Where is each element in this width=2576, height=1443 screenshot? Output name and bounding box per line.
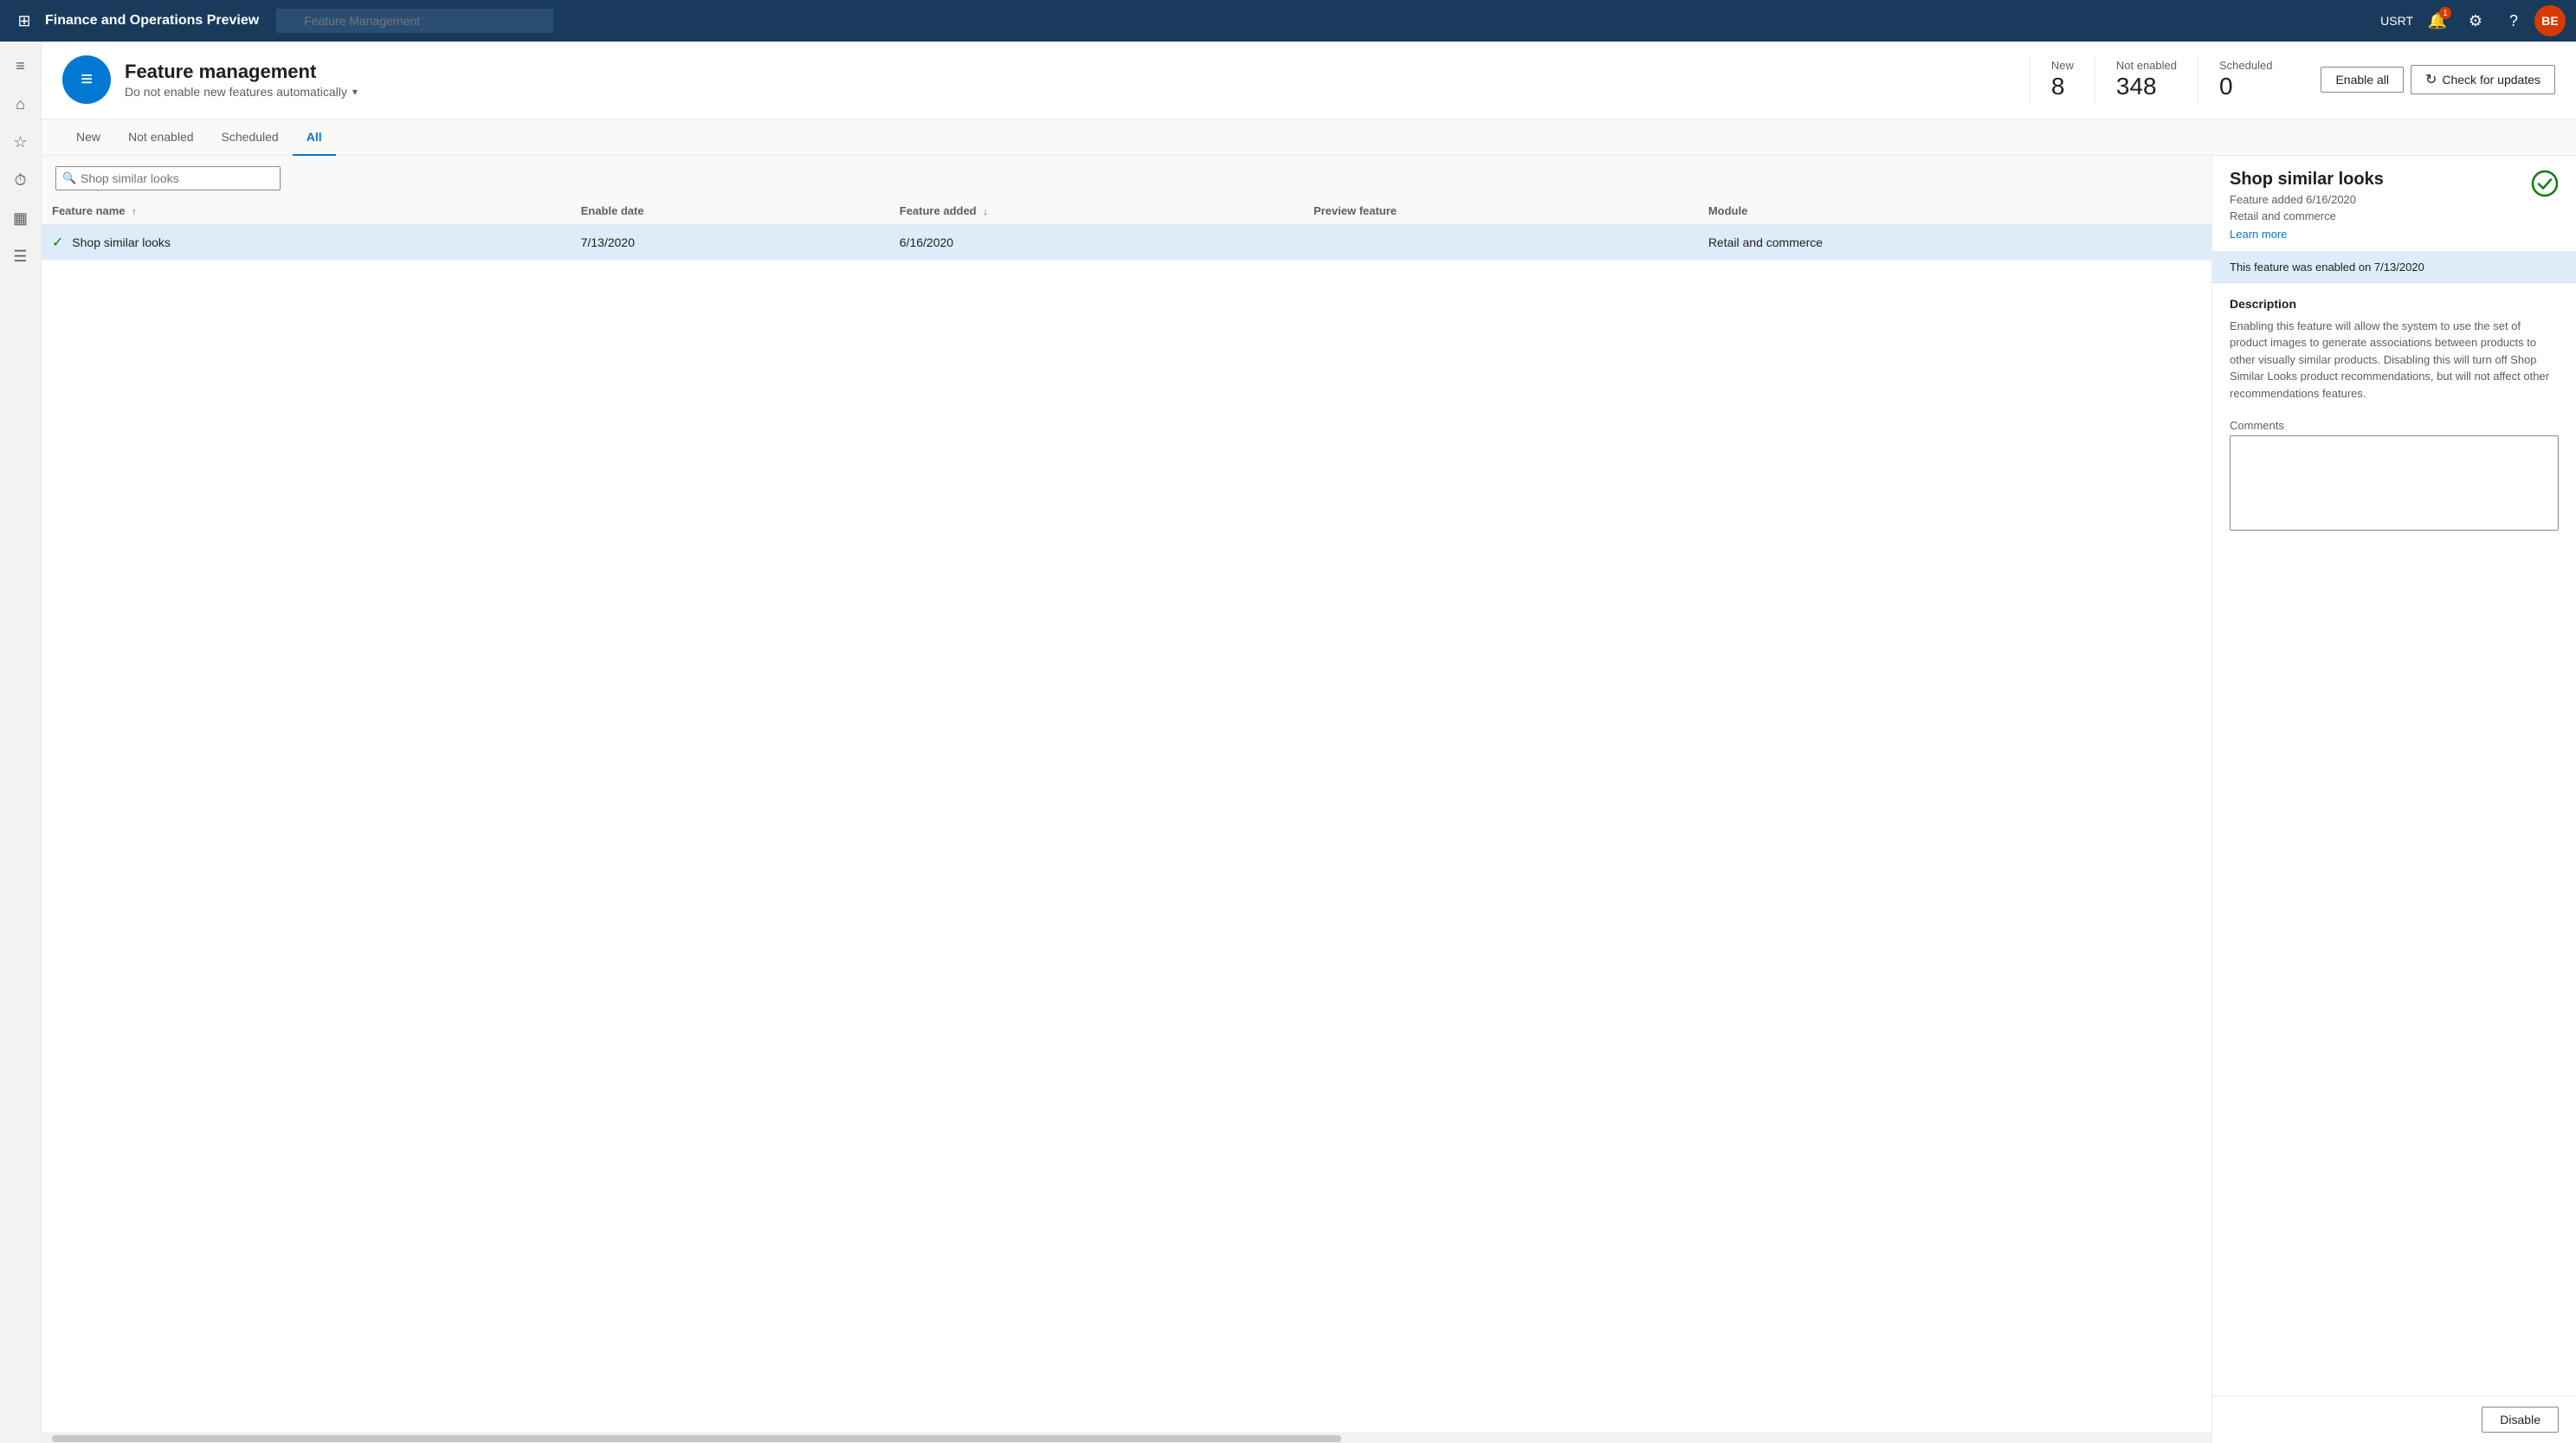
description-title: Description [2230,297,2559,311]
learn-more-link[interactable]: Learn more [2230,228,2287,241]
tabs-bar: New Not enabled Scheduled All [42,119,2576,156]
search-wrap: 🔍 [276,9,623,33]
horizontal-scrollbar[interactable] [42,1433,2211,1443]
stat-scheduled-label: Scheduled [2219,59,2272,72]
refresh-icon: ↻ [2425,71,2437,88]
features-table: Feature name ↑ Enable date Feature added… [42,197,2211,261]
stat-not-enabled-label: Not enabled [2116,59,2177,72]
col-feature-name-sort-icon: ↑ [132,207,137,217]
table-row[interactable]: ✓ Shop similar looks 7/13/2020 6/16/2020… [42,224,2211,260]
notification-badge: 1 [2439,7,2451,19]
col-enable-date-label: Enable date [581,204,644,217]
comments-label: Comments [2230,419,2559,432]
row-feature-name-text: Shop similar looks [72,235,171,249]
table-section: 🔍 Feature name ↑ [42,156,2576,1443]
tab-all[interactable]: All [293,119,336,156]
stat-not-enabled: Not enabled 348 [2095,55,2198,105]
subtitle-text: Do not enable new features automatically [125,85,347,99]
row-feature-name: ✓ Shop similar looks [42,224,571,260]
row-module: Retail and commerce [1698,224,2211,260]
row-feature-added: 6/16/2020 [889,224,1303,260]
main-layout: ≡ ⌂ ☆ ⏱ ▦ ☰ ≡ Feature management Do not … [0,42,2576,1443]
stat-scheduled: Scheduled 0 [2198,55,2293,105]
stat-scheduled-value: 0 [2219,72,2272,101]
search-bar-area: 🔍 [42,156,2211,197]
nav-recent[interactable]: ⏱ [3,163,38,197]
nav-workspaces[interactable]: ▦ [3,201,38,235]
check-updates-label: Check for updates [2442,73,2540,87]
page-icon: ≡ [62,55,111,104]
page-header: ≡ Feature management Do not enable new f… [42,42,2576,119]
col-feature-added[interactable]: Feature added ↓ [889,197,1303,225]
page-title: Feature management [125,61,2016,83]
stat-new: New 8 [2030,55,2095,105]
nav-home[interactable]: ⌂ [3,87,38,121]
check-updates-button[interactable]: ↻ Check for updates [2411,65,2555,94]
user-avatar[interactable]: BE [2534,5,2566,36]
table-search-icon: 🔍 [62,171,76,185]
global-search-input[interactable] [276,9,553,33]
content-area: ≡ Feature management Do not enable new f… [42,42,2576,1443]
notifications-button[interactable]: 🔔 1 [2420,3,2455,38]
col-preview-feature-label: Preview feature [1314,204,1397,217]
detail-body: Description Enabling this feature will a… [2212,283,2576,1395]
stat-new-value: 8 [2051,72,2074,101]
col-module-label: Module [1708,204,1748,217]
app-title: Finance and Operations Preview [45,13,259,29]
detail-header: Shop similar looks Feature added 6/16/20… [2212,156,2576,252]
detail-footer: Disable [2212,1395,2576,1443]
left-navigation: ≡ ⌂ ☆ ⏱ ▦ ☰ [0,42,42,1443]
disable-button[interactable]: Disable [2482,1407,2559,1433]
page-subtitle[interactable]: Do not enable new features automatically… [125,85,2016,99]
enabled-check-icon: ✓ [52,235,63,250]
table-search-input[interactable] [55,166,281,190]
apps-icon[interactable]: ⊞ [10,7,38,35]
page-title-area: Feature management Do not enable new fea… [125,61,2016,99]
col-feature-added-label: Feature added [900,204,977,217]
header-actions: Enable all ↻ Check for updates [2321,65,2555,94]
username-label: USRT [2380,14,2413,28]
feature-enabled-icon [2531,170,2559,203]
comments-textarea[interactable] [2230,435,2559,531]
top-navigation: ⊞ Finance and Operations Preview 🔍 USRT … [0,0,2576,42]
feature-enabled-banner: This feature was enabled on 7/13/2020 [2212,252,2576,283]
tab-scheduled[interactable]: Scheduled [208,119,293,156]
nav-modules[interactable]: ☰ [3,239,38,274]
stats-area: New 8 Not enabled 348 Scheduled 0 [2030,55,2294,105]
chevron-down-icon: ▾ [352,86,358,98]
col-feature-name-label: Feature name [52,204,126,217]
detail-pane: Shop similar looks Feature added 6/16/20… [2212,156,2576,1443]
enable-all-button[interactable]: Enable all [2321,67,2404,93]
scrollbar-track [52,1435,1341,1442]
nav-favorites[interactable]: ☆ [3,125,38,159]
table-wrapper: Feature name ↑ Enable date Feature added… [42,197,2211,1433]
detail-title-area: Shop similar looks Feature added 6/16/20… [2230,170,2384,241]
detail-meta-line1: Feature added 6/16/2020 [2230,193,2384,206]
tab-new[interactable]: New [62,119,114,156]
table-pane: 🔍 Feature name ↑ [42,156,2212,1443]
detail-title: Shop similar looks [2230,170,2384,190]
description-text: Enabling this feature will allow the sys… [2230,318,2559,403]
settings-button[interactable]: ⚙ [2458,3,2493,38]
col-enable-date[interactable]: Enable date [571,197,889,225]
help-button[interactable]: ? [2496,3,2531,38]
row-preview-feature [1303,224,1698,260]
col-feature-name[interactable]: Feature name ↑ [42,197,571,225]
col-module[interactable]: Module [1698,197,2211,225]
topnav-right: USRT 🔔 1 ⚙ ? BE [2380,3,2566,38]
tab-not-enabled[interactable]: Not enabled [114,119,208,156]
table-search-wrap: 🔍 [55,166,281,190]
col-preview-feature[interactable]: Preview feature [1303,197,1698,225]
row-enable-date: 7/13/2020 [571,224,889,260]
stat-not-enabled-value: 348 [2116,72,2177,101]
col-feature-added-sort-icon: ↓ [983,207,988,217]
enabled-banner-text: This feature was enabled on 7/13/2020 [2230,261,2424,274]
nav-hamburger[interactable]: ≡ [3,48,38,83]
detail-meta-line2: Retail and commerce [2230,209,2384,222]
stat-new-label: New [2051,59,2074,72]
